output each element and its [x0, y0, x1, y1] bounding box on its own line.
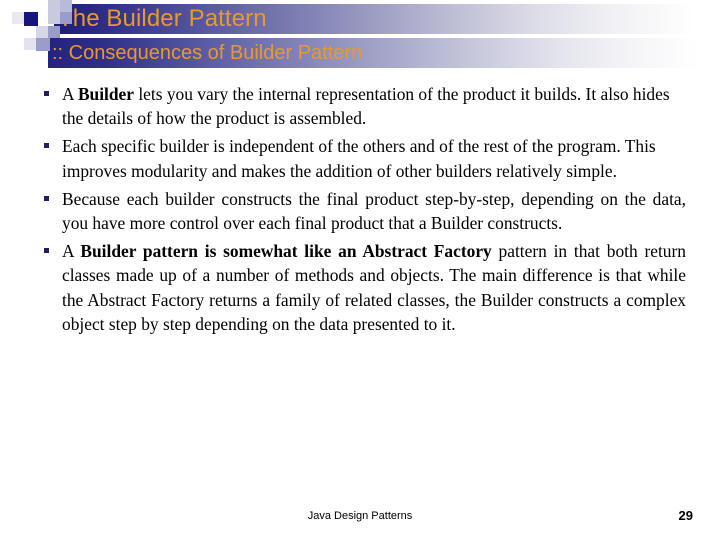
page-subtitle: :: Consequences of Builder Pattern — [52, 42, 363, 64]
checker-square-6 — [60, 12, 72, 24]
checker-square-8 — [48, 26, 60, 38]
bullet-text: Each specific builder is independent of … — [62, 136, 656, 181]
checker-square-1 — [48, 0, 60, 12]
checker-square-7 — [36, 26, 48, 38]
checker-squares-icon — [0, 0, 72, 62]
checker-square-10 — [36, 38, 50, 51]
page-number: 29 — [678, 508, 693, 523]
checker-square-9 — [24, 38, 36, 50]
bullet-abstract-factory: A Builder pattern is somewhat like an Ab… — [44, 239, 686, 336]
checker-square-5 — [48, 12, 60, 24]
checker-square-0 — [24, 0, 36, 12]
checker-square-4 — [24, 12, 38, 26]
bullet-square-icon — [44, 195, 49, 201]
bullet-text: Because each builder constructs the fina… — [62, 188, 686, 234]
bullet-square-icon — [44, 248, 49, 254]
bullet-square-icon — [44, 143, 49, 149]
checker-square-3 — [12, 12, 24, 24]
bullet-list: A Builder lets you vary the internal rep… — [44, 82, 686, 340]
slide-canvas: The Builder Pattern :: Consequences of B… — [0, 0, 720, 540]
footer-note: Java Design Patterns — [307, 510, 413, 522]
bullet-text: A Builder pattern is somewhat like an Ab… — [62, 241, 686, 334]
page-title: The Builder Pattern — [58, 5, 267, 32]
slide-header: The Builder Pattern :: Consequences of B… — [0, 0, 720, 74]
bullet-modularity: Each specific builder is independent of … — [44, 134, 686, 182]
bullet-text: A Builder lets you vary the internal rep… — [62, 84, 670, 129]
bullet-step-by-step: Because each builder constructs the fina… — [44, 187, 686, 235]
bullet-square-icon — [44, 91, 49, 96]
bullet-representation: A Builder lets you vary the internal rep… — [44, 82, 686, 130]
checker-square-2 — [60, 0, 72, 12]
